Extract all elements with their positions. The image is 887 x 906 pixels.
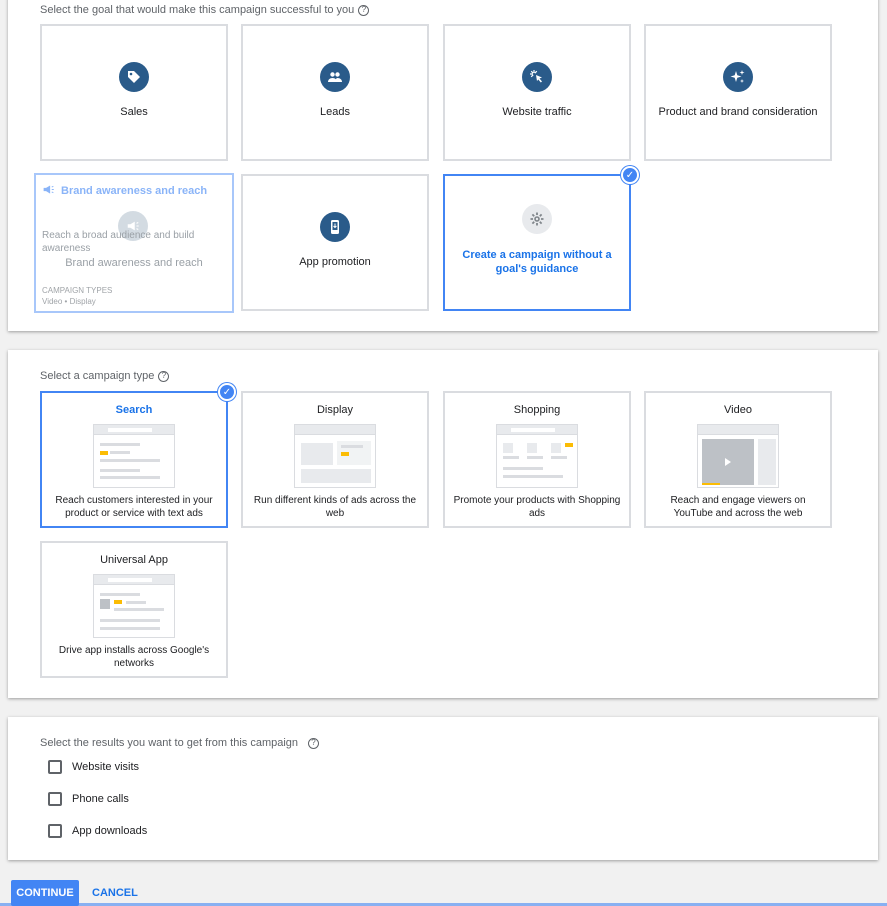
type-tile-search[interactable]: Search Reach customers interested in you… [40,391,228,528]
type-description: Reach customers interested in your produ… [55,495,213,519]
result-option-website-visits[interactable]: Website visits [48,760,139,774]
type-title: Shopping [513,404,561,416]
goal-label: Leads [320,106,350,118]
checkbox[interactable] [48,792,62,806]
cancel-button[interactable]: CANCEL [92,887,138,899]
type-description: Run different kinds of ads across the we… [253,495,417,519]
type-tile-shopping[interactable]: Shopping Promote your products with Shop… [443,391,631,528]
goal-label: Website traffic [502,106,572,118]
campaign-type-section: Select a campaign type ? Search Reach cu… [8,350,878,698]
app-ad-illustration [93,574,175,638]
type-title: Universal App [100,554,168,566]
check-icon: ✓ [218,383,236,401]
campaign-type-section-label: Select a campaign type ? [40,370,170,382]
type-tile-display[interactable]: Display Run different kinds of ads acros… [241,391,429,528]
phone-icon [320,212,350,242]
goal-label: Create a campaign without a goal's guida… [462,249,612,275]
results-section-label: Select the results you want to get from … [40,737,320,749]
type-description: Reach and engage viewers on YouTube and … [670,495,806,519]
search-ad-illustration [93,424,175,488]
type-title: Search [115,404,153,416]
results-section: Select the results you want to get from … [8,717,878,860]
shopping-ad-illustration [496,424,578,488]
campaign-types-info: CAMPAIGN TYPES Video • Display [42,286,113,306]
goal-label: App promotion [299,256,371,268]
checkbox[interactable] [48,760,62,774]
brand-awareness-hover-title: Brand awareness and reach [42,183,207,199]
megaphone-icon [42,183,55,199]
goal-tile-brand-awareness[interactable]: Brand awareness and reach Reach a broad … [34,173,234,313]
goal-tile-leads[interactable]: Leads [241,24,429,161]
goal-tile-no-goal[interactable]: Create a campaign without a goal's guida… [443,174,631,311]
tag-icon [119,62,149,92]
goal-tile-product-consideration[interactable]: Product and brand consideration [644,24,832,161]
type-description: Drive app installs across Google's netwo… [58,645,210,669]
goal-tile-sales[interactable]: Sales [40,24,228,161]
people-icon [320,62,350,92]
checkbox[interactable] [48,824,62,838]
help-icon[interactable]: ? [308,737,320,749]
display-ad-illustration [294,424,376,488]
goal-label: Brand awareness and reach [65,257,203,269]
video-ad-illustration [697,424,779,488]
type-description: Promote your products with Shopping ads [453,495,621,519]
result-option-phone-calls[interactable]: Phone calls [48,792,129,806]
help-icon[interactable]: ? [358,4,370,16]
goal-section: Select the goal that would make this cam… [8,0,878,331]
type-title: Video [724,404,752,416]
type-tile-video[interactable]: Video Reach and engage viewers on YouTub… [644,391,832,528]
type-tile-universal-app[interactable]: Universal App Drive app installs across … [40,541,228,678]
goal-tile-website-traffic[interactable]: Website traffic [443,24,631,161]
brand-awareness-description: Reach a broad audience and build awarene… [42,230,195,254]
goal-label: Product and brand consideration [658,106,818,118]
check-icon: ✓ [621,166,639,184]
result-option-app-downloads[interactable]: App downloads [48,824,147,838]
sparkle-icon [723,62,753,92]
help-icon[interactable]: ? [158,370,170,382]
goal-label: Sales [120,106,148,118]
type-title: Display [316,404,354,416]
goal-section-label: Select the goal that would make this cam… [40,4,370,16]
cursor-click-icon [522,62,552,92]
goal-tile-app-promotion[interactable]: App promotion [241,174,429,311]
gear-icon [522,204,552,234]
